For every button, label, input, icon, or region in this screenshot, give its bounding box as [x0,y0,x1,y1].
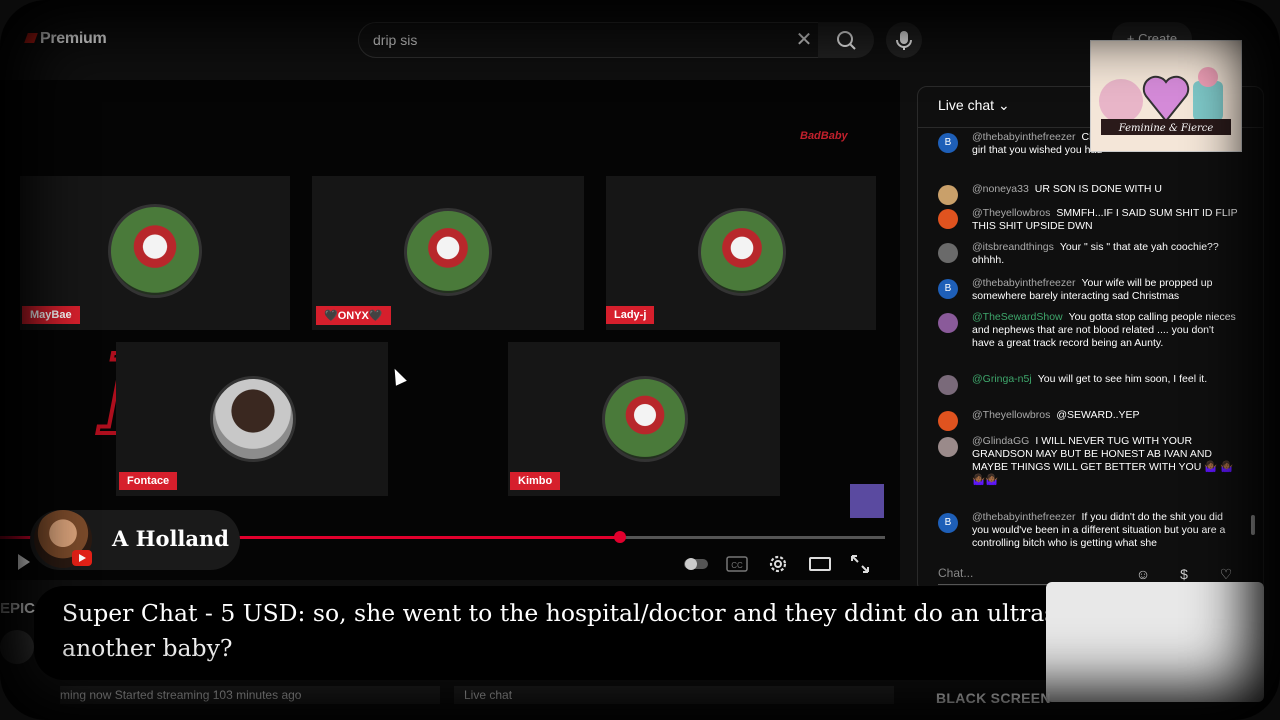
live-chat-panel: Live chat ⌄ B@thebabyinthefreezerChristm… [917,86,1264,593]
chat-avatar [938,243,958,263]
chat-avatar [938,411,958,431]
chat-message-body: @Theyellowbros @SEWARD..YEP [972,409,1238,422]
participant-name-tag: 🖤ONYX🖤 [316,306,391,325]
chat-message[interactable]: @Theyellowbros @SEWARD..YEP [938,409,1238,431]
chat-message-body: @Theyellowbros SMMFH...IF I SAID SUM SHIT… [972,207,1238,233]
chat-username[interactable]: @Theyellowbros [972,207,1050,219]
video-player[interactable]: BadBaby Ba MayBae 🖤ONYX🖤 Lady-j Fontace … [0,80,900,580]
feminine-fierce-sticker: Feminine & Fierce [1090,40,1242,152]
chat-username[interactable]: @thebabyinthefreezer [972,131,1075,143]
chat-message[interactable]: @Theyellowbros SMMFH...IF I SAID SUM SHIT… [938,207,1238,233]
chat-message-body: @thebabyinthefreezer If you didn't do the… [972,511,1238,550]
participant-avatar [602,376,688,462]
epic-label: EPIC [0,600,36,617]
chat-message[interactable]: @itsbreandthings Your " sis " that ate ya… [938,241,1238,267]
settings-gear-icon[interactable] [766,552,790,576]
participant-name-tag: MayBae [22,306,80,324]
participant-name-tag: Lady-j [606,306,655,324]
participant-avatar [108,204,202,298]
sticker-text: Feminine & Fierce [1118,123,1214,134]
play-icon[interactable] [18,554,30,570]
live-chat-dropdown[interactable]: Live chat ⌄ [938,97,1010,114]
chat-username[interactable]: @thebabyinthefreezer [972,511,1075,523]
youtube-play-icon [72,550,92,566]
chat-avatar [938,375,958,395]
chat-username[interactable]: @Theyellowbros [972,409,1050,421]
black-screen-label: BLACK SCREEN [936,690,1051,706]
svg-text:CC: CC [731,561,743,570]
chat-avatar: B [938,513,958,533]
screen: Premium drip sis ✕ + Create BadBaby Ba M… [0,0,1280,720]
participant-avatar [210,376,296,462]
chat-username[interactable]: @TheSewardShow [972,311,1063,323]
chat-message[interactable]: B @thebabyinthefreezer If you didn't do th… [938,511,1238,550]
chat-message-body: @TheSewardShow You gotta stop calling peo… [972,311,1238,350]
chat-avatar: B [938,279,958,299]
chat-message-body: @Gringa-n5j You will get to see him soon,… [972,373,1238,386]
chat-message[interactable]: @Gringa-n5j You will get to see him soon,… [938,373,1238,395]
participant-tile: Fontace [116,342,388,496]
chat-message[interactable]: @TheSewardShow You gotta stop calling peo… [938,311,1238,350]
chat-scrollbar[interactable] [1251,515,1255,535]
logo-label: Premium [40,30,107,47]
stream-watermark: BadBaby [800,130,848,142]
chat-avatar [938,185,958,205]
chat-text: UR SON IS DONE WITH U [1034,183,1162,195]
autoplay-toggle[interactable] [684,552,708,576]
progress-scrubber[interactable] [613,531,626,543]
participant-tile: MayBae [20,176,290,330]
chevron-down-icon: ⌄ [997,97,1010,113]
chat-username[interactable]: @GlindaGG [972,435,1029,447]
chat-message-body: @itsbreandthings Your " sis " that ate ya… [972,241,1238,267]
search-box[interactable]: drip sis ✕ [358,22,820,58]
search-input[interactable]: drip sis [373,32,417,48]
chat-avatar: B [938,133,958,153]
premium-logo[interactable]: Premium [24,30,107,48]
chat-avatar [938,437,958,457]
streaming-status: ming now Started streaming 103 minutes a… [60,688,302,702]
participant-name-tag: Kimbo [510,472,561,490]
chat-username[interactable]: @thebabyinthefreezer [972,277,1075,289]
fullscreen-icon[interactable] [848,552,872,576]
chat-username[interactable]: @noneya33 [972,183,1029,195]
chat-username[interactable]: @Gringa-n5j [972,373,1032,385]
voice-search-button[interactable] [886,22,922,58]
chat-message-body: @noneya33 UR SON IS DONE WITH U [972,183,1238,196]
channel-branding-watermark-icon[interactable] [850,484,884,518]
blank-overlay-panel [1046,582,1264,702]
side-avatar [0,630,34,664]
chat-message[interactable]: @GlindaGG I WILL NEVER TUG WITH YOUR GRAN… [938,435,1238,487]
participant-tile: 🖤ONYX🖤 [312,176,584,330]
chat-username[interactable]: @itsbreandthings [972,241,1054,253]
chat-text: You will get to see him soon, I feel it. [1037,373,1208,385]
chat-text: @SEWARD..YEP [1056,409,1140,421]
chat-message-body: @GlindaGG I WILL NEVER TUG WITH YOUR GRAN… [972,435,1238,487]
channel-name: A Holland [112,526,229,551]
chat-message[interactable]: B @thebabyinthefreezer Your wife will be p… [938,277,1238,303]
participant-avatar [404,208,492,296]
search-icon [837,31,856,50]
top-bar: Premium drip sis ✕ + Create [0,18,1280,62]
chat-avatar [938,209,958,229]
search-button[interactable] [818,22,874,58]
sticker-graphic: Feminine & Fierce [1091,41,1241,151]
participant-avatar [698,208,786,296]
participant-tile: Lady-j [606,176,876,330]
captions-icon[interactable]: CC [725,552,749,576]
live-chat-tab[interactable]: Live chat [464,688,512,702]
chat-message[interactable]: @noneya33 UR SON IS DONE WITH U [938,183,1238,205]
live-chat-title: Live chat [938,97,995,113]
chat-avatar [938,313,958,333]
theater-mode-icon[interactable] [808,552,832,576]
clear-search-icon[interactable]: ✕ [793,29,815,51]
microphone-icon [896,31,912,50]
live-chat-tab-bar [454,686,894,704]
participant-tile: Kimbo [508,342,780,496]
participant-name-tag: Fontace [119,472,178,490]
chat-message-body: @thebabyinthefreezer Your wife will be pr… [972,277,1238,303]
logo-mark-icon [24,33,38,43]
